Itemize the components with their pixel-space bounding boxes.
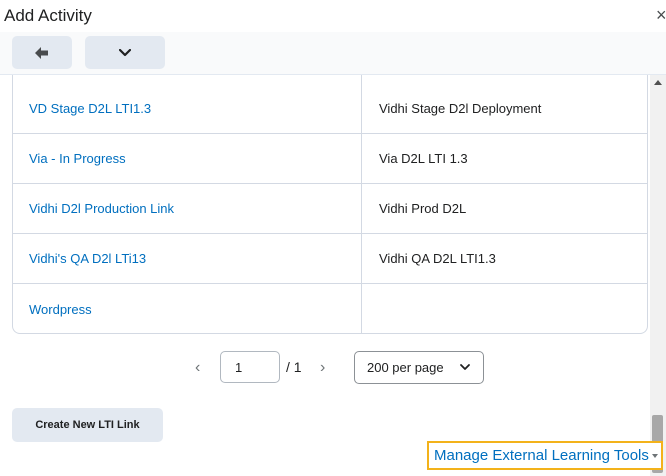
lti-link-description: Via D2L LTI 1.3 [379,151,468,166]
table-row: VD Stage D2L LTI1.3 Vidhi Stage D2l Depl… [13,84,647,134]
page-number-input[interactable] [220,351,280,383]
add-activity-dialog: Add Activity × VD Stage D2L LTI1.3 Vidhi… [0,0,666,476]
table-row: Vidhi's QA D2l LTi13 Vidhi QA D2L LTI1.3 [13,234,647,284]
manage-external-tools-label: Manage External Learning Tools [434,447,649,464]
manage-external-tools-link[interactable]: Manage External Learning Tools [427,441,663,470]
toolbar [0,32,666,75]
per-page-value: 200 per page [367,360,444,375]
lti-link-name[interactable]: Via - In Progress [29,134,126,183]
table-row: Wordpress [13,284,647,333]
per-page-select[interactable]: 200 per page [354,351,484,384]
pagination: ‹ / 1 › 200 per page [0,350,650,386]
table-row: Vidhi D2l Production Link Vidhi Prod D2L [13,184,647,234]
scroll-down-arrow-icon [652,454,658,458]
lti-link-name[interactable]: VD Stage D2L LTI1.3 [29,84,151,133]
close-button[interactable]: × [656,4,666,26]
create-lti-link-button[interactable]: Create New LTI Link [12,408,163,442]
lti-link-description: Vidhi Prod D2L [379,201,467,216]
chevron-down-icon [460,364,470,370]
lti-links-table: VD Stage D2L LTI1.3 Vidhi Stage D2l Depl… [12,75,648,334]
dialog-title: Add Activity [4,6,92,25]
back-button[interactable] [12,36,72,69]
table-row: Via - In Progress Via D2L LTI 1.3 [13,134,647,184]
lti-link-name[interactable]: Vidhi's QA D2l LTi13 [29,234,146,283]
lti-link-name[interactable]: Vidhi D2l Production Link [29,184,174,233]
lti-link-description: Vidhi QA D2L LTI1.3 [379,251,496,266]
page-total: / 1 [286,359,302,375]
back-arrow-icon [35,46,48,59]
chevron-down-icon [119,48,131,56]
activity-list-region: VD Stage D2L LTI1.3 Vidhi Stage D2l Depl… [0,75,650,476]
scroll-up-arrow-icon[interactable] [654,80,662,85]
next-page-button[interactable]: › [320,359,325,377]
previous-page-button[interactable]: ‹ [195,359,200,377]
lti-link-name[interactable]: Wordpress [29,284,92,333]
vertical-scrollbar[interactable] [650,75,666,476]
more-options-button[interactable] [85,36,165,69]
lti-link-description: Vidhi Stage D2l Deployment [379,101,542,116]
